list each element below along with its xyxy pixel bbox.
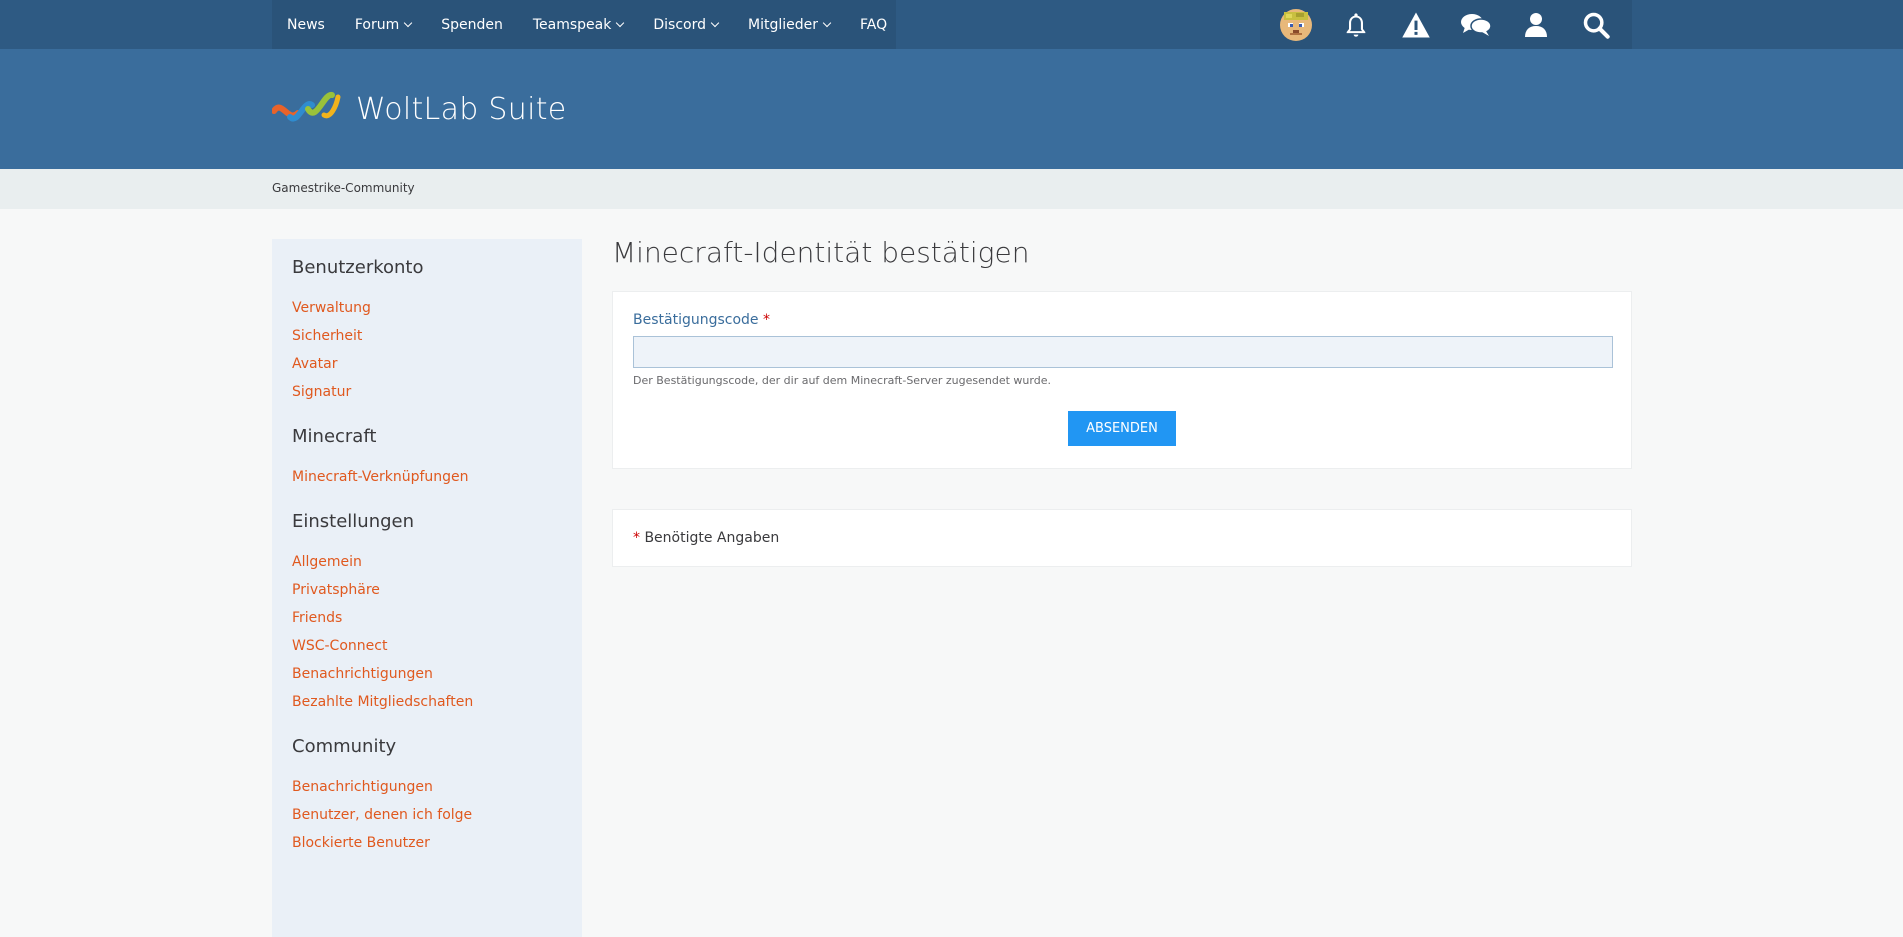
sidebar-item-bezahlte-mitgliedschaften[interactable]: Bezahlte Mitgliedschaften xyxy=(292,694,562,710)
top-bar: News Forum Spenden Teamspeak Discord Mit… xyxy=(0,0,1903,49)
main-navigation: News Forum Spenden Teamspeak Discord Mit… xyxy=(272,0,896,49)
nav-item-news[interactable]: News xyxy=(272,0,340,49)
nav-item-faq[interactable]: FAQ xyxy=(845,0,902,49)
nav-item-label: Discord xyxy=(653,16,706,33)
search-button[interactable] xyxy=(1573,0,1619,49)
user-avatar-button[interactable] xyxy=(1273,0,1319,49)
conversations-button[interactable] xyxy=(1453,0,1499,49)
warning-icon xyxy=(1402,12,1430,37)
required-note-text: Benötigte Angaben xyxy=(644,530,780,546)
sidebar-section-minecraft: Minecraft Minecraft-Verknüpfungen xyxy=(292,426,562,485)
code-field-description: Der Bestätigungscode, der dir auf dem Mi… xyxy=(633,374,1051,387)
nav-item-label: News xyxy=(287,16,325,33)
sidebar-item-benutzer-denen-ich-folge[interactable]: Benutzer, denen ich folge xyxy=(292,807,562,823)
nav-item-spenden[interactable]: Spenden xyxy=(426,0,518,49)
bell-icon xyxy=(1346,12,1366,37)
sidebar-item-avatar[interactable]: Avatar xyxy=(292,356,562,372)
sidebar-item-allgemein[interactable]: Allgemein xyxy=(292,554,562,570)
breadcrumb[interactable]: Gamestrike-Community xyxy=(272,181,415,195)
logo-text: WoltLab Suite xyxy=(356,91,567,127)
page-header: WoltLab Suite xyxy=(0,49,1903,169)
nav-item-teamspeak[interactable]: Teamspeak xyxy=(518,0,638,49)
sidebar-item-minecraft-verknuepfungen[interactable]: Minecraft-Verknüpfungen xyxy=(292,469,562,485)
sidebar-item-community-benachrichtigungen[interactable]: Benachrichtigungen xyxy=(292,779,562,795)
nav-item-label: Mitglieder xyxy=(747,16,818,33)
sidebar-section-title: Community xyxy=(292,736,397,757)
required-marker: * xyxy=(633,530,640,546)
sidebar-section-einstellungen: Einstellungen Allgemein Privatsphäre Fri… xyxy=(292,511,562,710)
sidebar-item-blockierte-benutzer[interactable]: Blockierte Benutzer xyxy=(292,835,562,851)
sidebar-item-signatur[interactable]: Signatur xyxy=(292,384,562,400)
chevron-down-icon xyxy=(403,18,413,27)
search-icon xyxy=(1583,12,1610,39)
required-marker: * xyxy=(763,312,770,328)
code-field-label: Bestätigungscode * xyxy=(633,312,1611,328)
sidebar-section-benutzerkonto: Benutzerkonto Verwaltung Sicherheit Avat… xyxy=(292,257,562,400)
sidebar-item-wsc-connect[interactable]: WSC-Connect xyxy=(292,638,562,654)
confirmation-code-input[interactable] xyxy=(633,336,1613,368)
sidebar-section-community: Community Benachrichtigungen Benutzer, d… xyxy=(292,736,562,851)
conversations-icon xyxy=(1461,13,1492,36)
nav-item-forum[interactable]: Forum xyxy=(340,0,426,49)
nav-item-discord[interactable]: Discord xyxy=(638,0,733,49)
required-fields-note: * Benötigte Angaben xyxy=(612,509,1632,567)
sidebar-item-benachrichtigungen[interactable]: Benachrichtigungen xyxy=(292,666,562,682)
submit-button[interactable]: ABSENDEN xyxy=(1068,411,1176,446)
sidebar-item-sicherheit[interactable]: Sicherheit xyxy=(292,328,562,344)
user-icon xyxy=(1525,12,1547,37)
sidebar: Benutzerkonto Verwaltung Sicherheit Avat… xyxy=(272,239,582,937)
form-panel: Bestätigungscode * Der Bestätigungscode,… xyxy=(612,291,1632,469)
page-title: Minecraft-Identität bestätigen xyxy=(612,236,1030,269)
site-logo[interactable]: WoltLab Suite xyxy=(272,89,567,129)
woltlab-logo-icon xyxy=(272,92,341,122)
code-field-label-text: Bestätigungscode xyxy=(633,312,759,328)
nav-item-label: Spenden xyxy=(441,16,503,33)
nav-item-label: Teamspeak xyxy=(532,16,612,33)
chevron-down-icon xyxy=(616,18,625,27)
nav-item-mitglieder[interactable]: Mitglieder xyxy=(733,0,845,49)
chevron-down-icon xyxy=(710,18,720,27)
form-submit-row: ABSENDEN xyxy=(633,411,1611,448)
nav-item-label: FAQ xyxy=(859,16,888,33)
user-navigation xyxy=(1260,0,1632,49)
notifications-button[interactable] xyxy=(1333,0,1379,49)
sidebar-item-friends[interactable]: Friends xyxy=(292,610,562,626)
sidebar-section-title: Benutzerkonto xyxy=(292,257,424,278)
avatar xyxy=(1280,8,1312,41)
user-menu-button[interactable] xyxy=(1513,0,1559,49)
nav-item-label: Forum xyxy=(354,16,400,33)
sidebar-section-title: Einstellungen xyxy=(292,511,415,532)
main-content: Minecraft-Identität bestätigen Bestätigu… xyxy=(612,236,1632,567)
breadcrumb-bar: Gamestrike-Community xyxy=(0,169,1903,209)
sidebar-item-privatsphaere[interactable]: Privatsphäre xyxy=(292,582,562,598)
chevron-down-icon xyxy=(822,18,832,27)
sidebar-item-verwaltung[interactable]: Verwaltung xyxy=(292,300,562,316)
moderation-button[interactable] xyxy=(1393,0,1439,49)
sidebar-section-title: Minecraft xyxy=(292,426,377,447)
